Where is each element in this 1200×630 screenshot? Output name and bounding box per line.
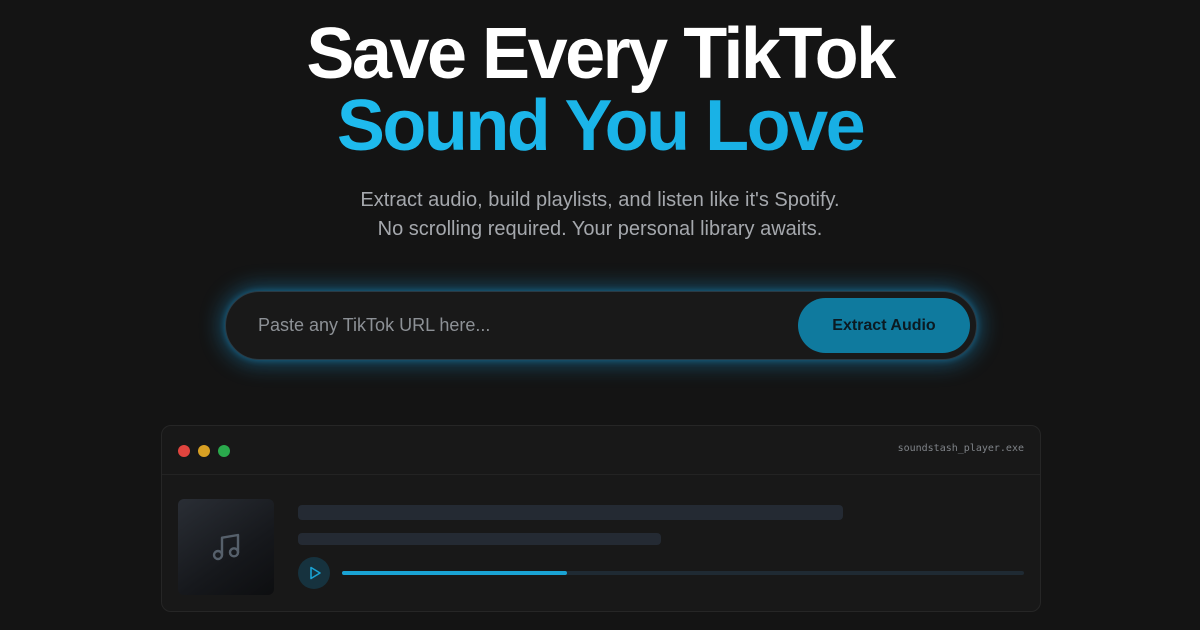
tiktok-url-input[interactable]: [258, 292, 778, 359]
window-titlebar: soundstash_player.exe: [162, 426, 1040, 475]
subtitle-line1: Extract audio, build playlists, and list…: [360, 189, 840, 211]
hero-title-line1: Save Every TikTok: [306, 14, 896, 94]
progress-bar[interactable]: [342, 571, 1024, 575]
track-artist-placeholder: [298, 533, 661, 545]
extract-audio-button[interactable]: Extract Audio: [798, 298, 970, 353]
maximize-window-dot[interactable]: [218, 445, 230, 457]
hero-title-line2: Sound You Love: [0, 90, 1200, 162]
play-button[interactable]: [298, 557, 330, 589]
hero-title: Save Every TikTok Sound You Love: [0, 18, 1200, 162]
url-input-bar: Extract Audio: [225, 291, 977, 360]
progress-fill: [342, 571, 568, 575]
album-art: [178, 499, 274, 595]
play-icon: [310, 566, 321, 580]
music-note-icon: [212, 533, 240, 561]
track-title-placeholder: [298, 505, 843, 520]
minimize-window-dot[interactable]: [198, 445, 210, 457]
subtitle-line2: No scrolling required. Your personal lib…: [377, 218, 823, 240]
player-window: soundstash_player.exe: [161, 425, 1041, 612]
hero-subtitle: Extract audio, build playlists, and list…: [0, 186, 1200, 244]
window-title: soundstash_player.exe: [897, 443, 1024, 454]
close-window-dot[interactable]: [178, 445, 190, 457]
